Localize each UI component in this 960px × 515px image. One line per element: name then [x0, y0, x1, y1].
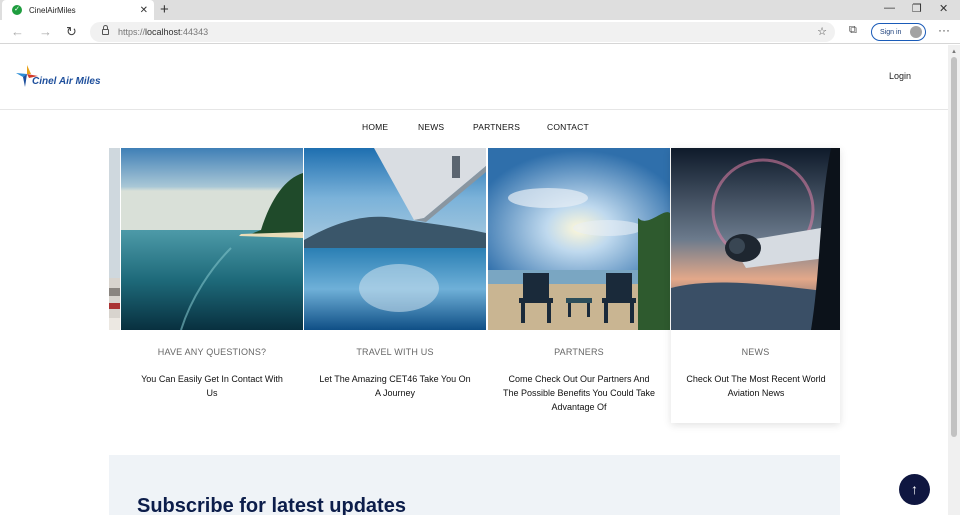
more-icon[interactable]: ··· — [938, 23, 950, 37]
main-nav: HOME NEWS PARTNERS CONTACT — [0, 122, 948, 136]
scrollbar-thumb[interactable] — [951, 57, 957, 437]
card-image-plane-wing — [304, 148, 486, 330]
signin-button[interactable]: Sign in — [871, 23, 926, 41]
back-icon[interactable]: ← — [11, 24, 24, 39]
minimize-icon[interactable]: — — [884, 2, 895, 14]
url-text[interactable]: https://localhost:44343 — [118, 27, 208, 37]
card-partners[interactable]: PARTNERS Come Check Out Our Partners And… — [488, 148, 670, 423]
card-news[interactable]: NEWS Check Out The Most Recent World Avi… — [671, 148, 840, 423]
window-close-icon[interactable]: ✕ — [939, 2, 948, 15]
card-image-ocean-beach — [121, 148, 303, 330]
card-category: TRAVEL WITH US — [356, 347, 434, 357]
tab-close-icon[interactable]: ✕ — [140, 5, 148, 16]
new-tab-icon[interactable]: + — [160, 1, 169, 19]
favorites-icon[interactable]: ☆ — [817, 25, 827, 38]
carousel-previous-slide[interactable] — [109, 148, 120, 330]
site-favicon-icon: ✓ — [12, 5, 22, 15]
card-description: You Can Easily Get In Contact With Us — [141, 374, 283, 398]
reload-icon[interactable]: ↻ — [66, 24, 77, 40]
login-link[interactable]: Login — [889, 71, 911, 81]
page-scrollbar[interactable]: ▲ — [948, 45, 960, 515]
card-category: NEWS — [741, 347, 770, 357]
card-description: Check Out The Most Recent World Aviation… — [686, 374, 826, 398]
tab-title: CinelAirMiles — [29, 5, 76, 15]
site-logo[interactable]: Cinel Air Miles — [16, 63, 116, 93]
scroll-up-icon[interactable]: ▲ — [951, 49, 957, 55]
restore-icon[interactable]: ❐ — [912, 2, 922, 15]
collections-icon[interactable]: ⧉ — [849, 24, 857, 37]
nav-item-home[interactable]: HOME — [362, 122, 388, 132]
nav-item-news[interactable]: NEWS — [418, 122, 444, 132]
card-image-beach-chairs — [488, 148, 670, 330]
address-bar[interactable]: https://localhost:44343 ☆ — [90, 22, 835, 42]
card-category: PARTNERS — [554, 347, 604, 357]
signin-label: Sign in — [880, 28, 902, 36]
forward-icon[interactable]: → — [39, 24, 52, 39]
subscribe-title: Subscribe for latest updates — [137, 495, 406, 515]
nav-item-partners[interactable]: PARTNERS — [473, 122, 520, 132]
logo-text: Cinel Air Miles — [32, 76, 101, 87]
carousel-previous-image — [109, 148, 120, 330]
browser-tab-strip: ✓ CinelAirMiles ✕ + — ❐ ✕ — [0, 0, 960, 20]
browser-tab[interactable]: ✓ CinelAirMiles ✕ — [2, 0, 154, 20]
page-content: Cinel Air Miles Login HOME NEWS PARTNERS… — [0, 45, 948, 515]
browser-toolbar: ← → ↻ https://localhost:44343 ☆ ⧉ Sign i… — [0, 20, 960, 44]
card-description: Let The Amazing CET46 Take You On A Jour… — [319, 374, 471, 398]
subscribe-section: Subscribe for latest updates — [109, 455, 840, 515]
lock-icon[interactable] — [102, 25, 109, 35]
nav-item-contact[interactable]: CONTACT — [547, 122, 589, 132]
card-image-propeller — [671, 148, 840, 330]
arrow-up-icon: ↑ — [911, 481, 918, 497]
card-category: HAVE ANY QUESTIONS? — [157, 347, 267, 357]
card-contact[interactable]: HAVE ANY QUESTIONS? You Can Easily Get I… — [121, 148, 303, 423]
profile-icon — [910, 26, 922, 38]
card-description: Come Check Out Our Partners And The Poss… — [503, 374, 655, 412]
back-to-top-button[interactable]: ↑ — [899, 474, 930, 505]
site-header: Cinel Air Miles Login — [0, 45, 948, 110]
card-travel[interactable]: TRAVEL WITH US Let The Amazing CET46 Tak… — [304, 148, 486, 423]
